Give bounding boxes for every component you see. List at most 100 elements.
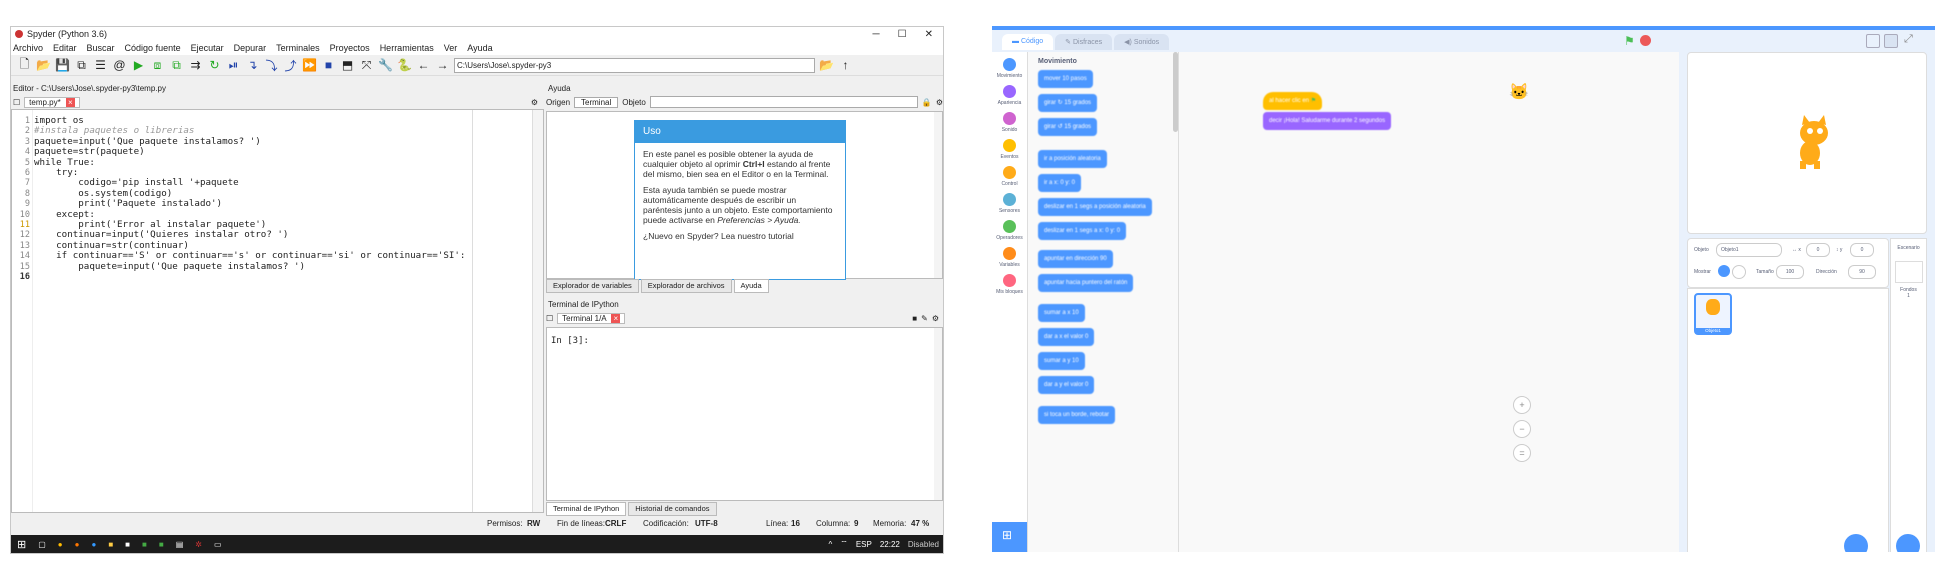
help-object-input[interactable]	[649, 96, 918, 108]
tray-chevron-icon[interactable]: ^	[829, 540, 833, 549]
forward-arrow-icon[interactable]: →	[435, 58, 450, 73]
palette-block[interactable]: apuntar hacia puntero del ratón	[1038, 274, 1134, 292]
run-icon[interactable]: ▶	[131, 58, 146, 73]
network-icon[interactable]: ⌔	[840, 539, 848, 549]
menu-item-5[interactable]: Depurar	[234, 43, 267, 53]
lock-icon[interactable]: 🔒	[922, 98, 932, 107]
close-icon[interactable]: ✕	[925, 29, 933, 40]
small-stage-icon[interactable]	[1866, 34, 1880, 48]
console-tab-1[interactable]: Historial de comandos	[628, 502, 717, 516]
keyboard-language[interactable]: ESP	[856, 540, 872, 549]
menu-item-10[interactable]: Ayuda	[467, 43, 492, 53]
ipython-console[interactable]: In [3]:	[546, 327, 943, 501]
chrome-icon[interactable]: ●	[58, 540, 63, 549]
open-folder-icon[interactable]: 📂	[36, 58, 51, 73]
run-cell-icon[interactable]: ⧈	[150, 58, 165, 73]
run-cell-advance-icon[interactable]: ⧉	[169, 58, 184, 73]
stage-selector[interactable]: Escenario Fondos 1	[1890, 238, 1927, 552]
tab-code[interactable]: ▬ Código	[1002, 34, 1054, 50]
menu-item-7[interactable]: Proyectos	[330, 43, 370, 53]
menu-item-1[interactable]: Editar	[53, 43, 77, 53]
category-7[interactable]: Variables	[999, 247, 1020, 268]
y-input[interactable]: 0	[1850, 243, 1874, 257]
menu-item-4[interactable]: Ejecutar	[191, 43, 224, 53]
windows-start-icon[interactable]: ⊞	[17, 538, 26, 551]
terminal-options-icon[interactable]: ⚙	[932, 314, 943, 323]
add-sprite-button[interactable]	[1844, 534, 1868, 552]
firefox-icon[interactable]: ●	[75, 540, 80, 549]
palette-block[interactable]: girar ↺ 15 grados	[1038, 118, 1098, 136]
fullscreen-icon[interactable]: ⤧	[359, 58, 374, 73]
category-6[interactable]: Operadores	[996, 220, 1023, 241]
help-scrollbar[interactable]	[934, 112, 942, 278]
x-input[interactable]: 0	[1806, 243, 1830, 257]
help-tab-1[interactable]: Explorador de archivos	[640, 279, 732, 293]
tab-sounds[interactable]: ◀) Sonidos	[1114, 34, 1170, 50]
app-icon-2[interactable]: ■	[159, 540, 164, 549]
palette-block[interactable]: ir a x: 0 y: 0	[1038, 174, 1082, 192]
terminal-tab[interactable]: Terminal 1/A ×	[557, 312, 626, 324]
terminal-stop-icon[interactable]: ■	[912, 314, 917, 323]
explorer-icon[interactable]: ■	[108, 540, 113, 549]
direction-input[interactable]: 90	[1848, 265, 1876, 279]
save-all-icon[interactable]: ⧉	[74, 58, 89, 73]
sprite-thumbnail[interactable]: Objeto1	[1694, 293, 1732, 335]
back-arrow-icon[interactable]: ←	[416, 58, 431, 73]
category-2[interactable]: Sonido	[1002, 112, 1017, 133]
script-area[interactable]: al hacer clic en ⚑ decir ¡Hola! Saludarm…	[1179, 52, 1679, 552]
category-8[interactable]: Mis bloques	[996, 274, 1023, 295]
large-stage-icon[interactable]	[1884, 34, 1898, 48]
show-visible-icon[interactable]	[1718, 265, 1730, 277]
maximize-icon[interactable]: ☐	[898, 29, 907, 40]
menu-item-8[interactable]: Herramientas	[380, 43, 434, 53]
palette-scrollbar[interactable]	[1173, 52, 1178, 132]
green-flag-icon[interactable]: ⚑	[1624, 34, 1635, 48]
palette-block[interactable]: mover 10 pasos	[1038, 70, 1093, 88]
calculator-icon[interactable]: ▤	[176, 540, 184, 549]
size-input[interactable]: 100	[1776, 265, 1804, 279]
say-block[interactable]: decir ¡Hola! Saludarme durante 2 segundo…	[1263, 112, 1392, 130]
menu-item-0[interactable]: Archivo	[13, 43, 43, 53]
palette-block[interactable]: deslizar en 1 segs a posición aleatoria	[1038, 198, 1152, 216]
extensions-button[interactable]: ⊞	[992, 522, 1027, 552]
browse-folder-icon[interactable]: 📂	[819, 58, 834, 73]
stage[interactable]	[1687, 52, 1927, 234]
help-tab-0[interactable]: Explorador de variables	[546, 279, 639, 293]
help-tab-2[interactable]: Ayuda	[733, 279, 769, 293]
menu-item-6[interactable]: Terminales	[276, 43, 320, 53]
working-dir-input[interactable]: C:\Users\Jose\.spyder-py3	[454, 57, 815, 73]
palette-block[interactable]: sumar a y 10	[1038, 352, 1085, 370]
close-terminal-icon[interactable]: ×	[611, 313, 621, 323]
category-5[interactable]: Sensores	[999, 193, 1020, 214]
continue-icon[interactable]: ⏩	[302, 58, 317, 73]
category-0[interactable]: Movimiento	[997, 58, 1022, 79]
palette-block[interactable]: si toca un borde, rebotar	[1038, 406, 1116, 424]
category-3[interactable]: Eventos	[1000, 139, 1019, 160]
close-tab-icon[interactable]: ×	[65, 97, 75, 107]
python-path-icon[interactable]: 🐍	[397, 58, 412, 73]
hide-icon[interactable]	[1732, 265, 1746, 279]
at-icon[interactable]: @	[112, 58, 127, 73]
add-backdrop-button[interactable]	[1896, 534, 1920, 552]
terminal-list-icon[interactable]: ☐	[546, 314, 553, 323]
palette-block[interactable]: girar ↻ 15 grados	[1038, 94, 1098, 112]
help-options-icon[interactable]: ⚙	[936, 98, 943, 107]
options-icon[interactable]: ⚙	[531, 98, 542, 107]
sprite-name-input[interactable]: Objeto1	[1716, 243, 1782, 257]
spyder-task-icon[interactable]: ✲	[195, 540, 202, 549]
help-source-select[interactable]: Terminal	[574, 96, 619, 108]
run-selection-icon[interactable]: ⇉	[188, 58, 203, 73]
when-flag-clicked-block[interactable]: al hacer clic en ⚑	[1263, 92, 1323, 110]
palette-block[interactable]: ir a posición aleatoria	[1038, 150, 1107, 168]
debug-icon[interactable]: ⏯	[226, 58, 241, 73]
palette-block[interactable]: deslizar en 1 segs a x: 0 y: 0	[1038, 222, 1127, 240]
terminal-clear-icon[interactable]: ✎	[921, 314, 928, 323]
zoom-reset-icon[interactable]: =	[1513, 444, 1531, 462]
console-scrollbar[interactable]	[934, 328, 942, 500]
browser-icon[interactable]: ●	[91, 540, 96, 549]
palette-block[interactable]: dar a x el valor 0	[1038, 328, 1095, 346]
tab-costumes[interactable]: ✎ Disfraces	[1055, 34, 1113, 50]
store-icon[interactable]: ■	[125, 540, 130, 549]
save-icon[interactable]: 💾	[55, 58, 70, 73]
cat-sprite[interactable]	[1790, 115, 1834, 171]
